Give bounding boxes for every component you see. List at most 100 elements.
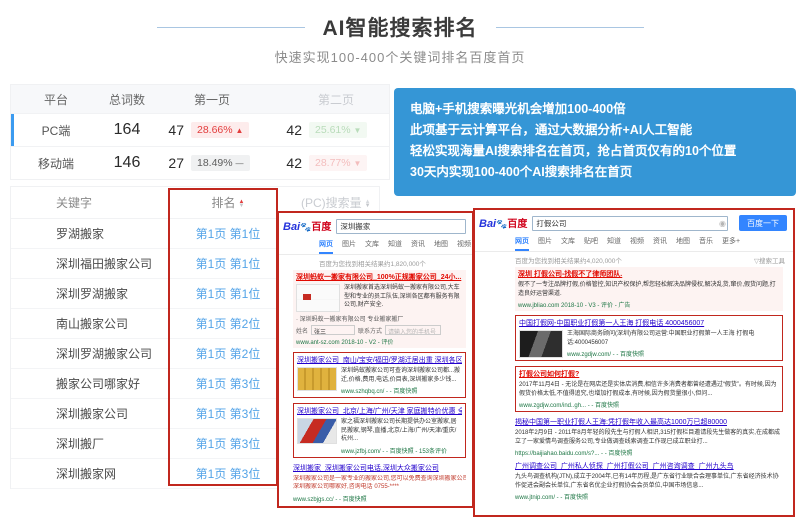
result-title-link[interactable]: 深圳搬家公司_北京/上海/广州/天津 家庭搬特价优惠 全... [297,406,462,416]
keyword-label: 罗湖搬家 [11,225,169,242]
lead-form: 姓名 张三 联系方式 请输入您的手机号 [296,325,463,335]
result-image-truck [297,418,337,444]
page-subtitle: 快速实现100-400个关键词排名百度首页 [0,47,800,66]
tab-webpage[interactable]: 网页 [515,236,529,251]
result-url: www.jtnip.com/ - - 百度快照 [515,492,783,501]
keyword-label: 搬家公司哪家好 [11,375,169,392]
result-url: www.jzfbj.com/ - - 百度快照 - 153条评价 [341,446,462,455]
tab-maps[interactable]: 地图 [434,239,448,254]
tab-tieba[interactable]: 贴吧 [584,236,598,251]
tab-images[interactable]: 图片 [342,239,356,254]
baidu-serp-screenshot-2: Bai🐾百度 ◉ 百度一下 网页 图片 文库 贴吧 知道 视频 资讯 地图 音乐… [473,208,795,517]
page-title: AI智能搜索排名 [323,12,478,42]
title-line-left [157,27,305,28]
dash-icon: — [236,159,244,168]
tab-news[interactable]: 资讯 [411,239,425,254]
result-title-link[interactable]: 深圳搬家公司_南山/宝安/福田/罗湖迁居出重 深圳各区... [297,355,462,365]
tab-video[interactable]: 视频 [457,239,471,254]
sort-icon[interactable]: ▲▼ [365,200,371,208]
tab-library[interactable]: 文库 [561,236,575,251]
result-description: 深圳蚂蚁搬家公司可查询深圳搬家公司都...搬迁,价格,费用,电话,价目表,深圳搬… [341,367,462,384]
tab-images[interactable]: 图片 [538,236,552,251]
tab-video[interactable]: 视频 [630,236,644,251]
col-platform: 平台 [11,91,101,108]
serp-tabs: 网页 图片 文库 贴吧 知道 视频 资讯 地图 音乐 更多+ [475,233,793,252]
rank-link[interactable]: 第1页 第3位 [169,465,287,482]
baidu-logo: Bai🐾百度 [479,215,527,231]
col-keyword: 关键字 [11,194,169,211]
search-input[interactable] [532,216,728,231]
col-first-page: 第一页 [153,91,271,108]
tab-maps[interactable]: 地图 [676,236,690,251]
result-image-people [519,330,563,358]
paw-icon: 🐾 [496,219,507,229]
name-field[interactable]: 张三 [311,325,355,335]
result-description: 2018年2月9日 - 2011年8月年轻的段先生与打假人相识,315打假栏目邀… [515,429,783,446]
result-url: www.zgdjw.com/ - - 百度快照 [567,349,779,358]
tab-zhidao[interactable]: 知道 [607,236,621,251]
platform-label: 移动端 [11,155,101,172]
rank-link[interactable]: 第1页 第3位 [169,435,287,452]
second-page-pct-badge: 25.61% ▼ [309,122,367,138]
stats-row-mobile[interactable]: 移动端 146 27 18.49% — 42 28.77% ▼ [11,146,389,179]
search-result-highlighted: 打假公司如何打假? 2017年11月4日 - 无论是在网店还是实体店消费,相信许… [515,366,783,412]
result-title-link[interactable]: 广州调查公司_广州私人侦探_广州打假公司_广州咨询调查_广州九头鸟 [515,461,783,471]
search-result-highlighted: 深圳搬家公司_南山/宝安/福田/罗湖迁居出重 深圳各区... 深圳蚂蚁搬家公司可… [293,352,466,398]
result-description: 深圳搬家首选深圳蚂蚁一搬家有限公司,大车型和专业的员工队伍,深圳各区都有服务有限… [344,284,463,312]
baidu-search-button[interactable]: 百度一下 [739,215,787,231]
result-title-link[interactable]: 揭秘中国第一职业打假人王海:凭打假年收入最高达1000万已超80000 [515,417,783,427]
result-url: www.zgdjw.com/ind..gh... - - 百度快照 [519,400,779,409]
phone-field[interactable]: 请输入您的手机号 [385,325,441,335]
result-title-link[interactable]: 打假公司如何打假? [519,369,779,379]
result-url: www.ant-sz.com 2018-10 - V2 - 评价 [296,337,463,346]
results-count: 百度为您找到相关结果约4,020,000个 [515,255,622,265]
result-title-link[interactable]: 深圳 打假公司-找假不了律师团队. [518,269,780,279]
keyword-label: 深圳搬家网 [11,465,169,482]
page-header: AI智能搜索排名 [0,12,800,42]
rank-link[interactable]: 第1页 第3位 [169,375,287,392]
keyword-label: 深圳罗湖搬家公司 [11,345,169,362]
total-words-value: 146 [101,154,153,172]
result-subline: · 深圳蚂蚁一搬家有限公司 专业搬家搬厂 [296,314,463,323]
col-search-volume[interactable]: (PC)搜索量▲▼ [287,194,371,211]
search-result-highlighted: 深圳搬家公司_北京/上海/广州/天津 家庭搬特价优惠 全... 家之福深圳搬家公… [293,403,466,458]
col-second-page: 第二页 [283,91,389,108]
tab-zhidao[interactable]: 知道 [388,239,402,254]
search-tools-link[interactable]: ▽搜索工具 [754,255,785,265]
tab-webpage[interactable]: 网页 [319,239,333,254]
result-title-link[interactable]: 深圳蚂蚁一搬家有限公司_100%正规搬家公司_24小... [296,272,463,282]
result-image-truck [296,284,340,312]
result-title-link[interactable]: 中国打假网-中国职业打假第一人王海 打假电话 4000456007 [519,318,779,328]
rank-link[interactable]: 第1页 第1位 [169,225,287,242]
platform-label: PC端 [11,122,101,139]
rank-link[interactable]: 第1页 第3位 [169,405,287,422]
result-description: 深圳搬家公司是一家专业的搬家公司,您可以免费查询深圳搬家公司 [293,475,466,484]
tab-music[interactable]: 音乐 [699,236,713,251]
search-result-ad: 深圳蚂蚁一搬家有限公司_100%正规搬家公司_24小... 深圳搬家首选深圳蚂蚁… [293,270,466,348]
tab-library[interactable]: 文库 [365,239,379,254]
result-image-trucks [297,367,337,391]
rank-link[interactable]: 第1页 第2位 [169,315,287,332]
results-count: 百度为您找到相关结果约1,820,000个 [319,258,426,268]
first-page-count: 47 [153,122,191,138]
col-rank[interactable]: 排名▲▼ [169,194,287,211]
tab-more[interactable]: 更多+ [722,236,740,251]
tab-news[interactable]: 资讯 [653,236,667,251]
result-title-link[interactable]: 深圳搬家_深圳搬家公司电话,深圳大众搬家公司 [293,463,466,473]
first-page-count: 27 [153,155,191,171]
stats-row-pc[interactable]: PC端 164 47 28.66% ▲ 42 25.61% ▼ [11,113,389,146]
rank-link[interactable]: 第1页 第2位 [169,345,287,362]
rank-link[interactable]: 第1页 第1位 [169,255,287,272]
result-url: www.szhqbq.cn/ - - 百度快照 [341,386,462,395]
rank-link[interactable]: 第1页 第1位 [169,285,287,302]
search-result: 深圳搬家_深圳搬家公司电话,深圳大众搬家公司 深圳搬家公司是一家专业的搬家公司,… [293,463,466,503]
result-description: 家之福深圳搬家公司长期提供办公室搬家,居民搬家,钢琴,直播,北京/上海/广州/天… [341,418,462,444]
camera-icon[interactable]: ◉ [719,219,726,228]
search-result: 揭秘中国第一职业打假人王海:凭打假年收入最高达1000万已超80000 2018… [515,417,783,457]
result-url: www.szbjgs.cc/ - - 百度快照 [293,494,466,503]
search-input[interactable] [336,219,466,234]
result-description: 2017年11月4日 - 无论是在网店还是实体店消费,相信许多消费者都曾经遭遇过… [519,381,779,398]
sort-icon[interactable]: ▲▼ [239,200,245,208]
first-page-pct-badge: 18.49% — [191,155,250,171]
up-triangle-icon: ▲ [236,126,244,135]
